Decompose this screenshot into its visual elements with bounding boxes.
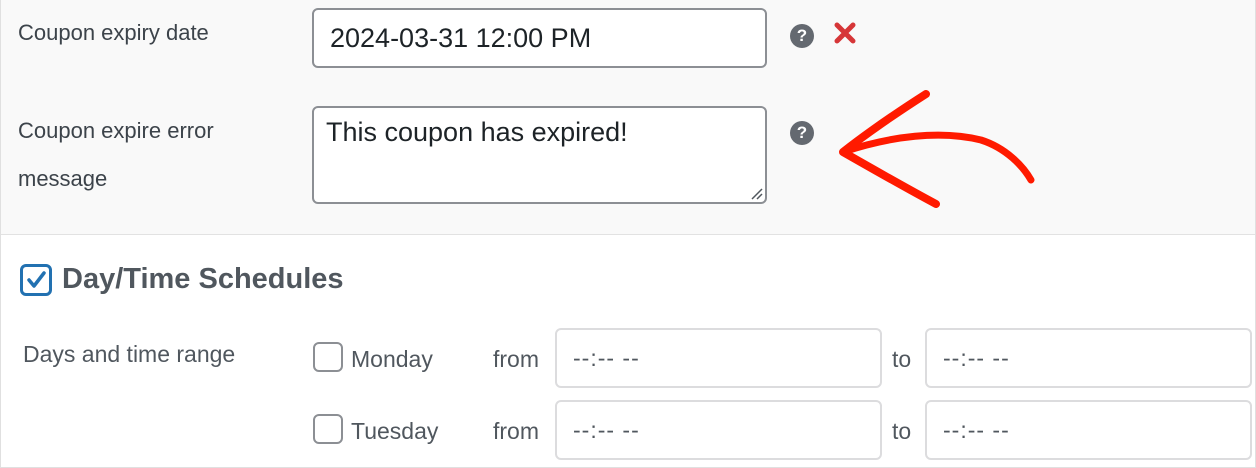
expire-error-text: This coupon has expired! bbox=[326, 117, 628, 147]
monday-label: Monday bbox=[351, 346, 433, 372]
expire-error-label-line2: message bbox=[18, 166, 108, 191]
coupon-settings-panel: Coupon expiry date 2024-03-31 12:00 PM ?… bbox=[0, 0, 1256, 468]
annotation-arrow-icon bbox=[839, 90, 1035, 208]
resize-handle-icon[interactable] bbox=[749, 186, 763, 200]
monday-from-label: from bbox=[493, 346, 539, 372]
checkmark-icon bbox=[27, 271, 46, 288]
tuesday-checkbox[interactable] bbox=[313, 414, 343, 444]
monday-to-time-input[interactable]: --:-- -- bbox=[925, 328, 1252, 388]
monday-to-label: to bbox=[892, 346, 912, 372]
days-range-label: Days and time range bbox=[23, 341, 236, 367]
schedule-section-title: Day/Time Schedules bbox=[62, 263, 344, 295]
expiry-date-input[interactable]: 2024-03-31 12:00 PM bbox=[312, 8, 767, 68]
expire-error-label-line1: Coupon expire error bbox=[18, 118, 214, 143]
expire-error-textarea[interactable]: This coupon has expired! bbox=[312, 106, 767, 204]
expiry-date-label: Coupon expiry date bbox=[18, 20, 209, 45]
tuesday-to-time-input[interactable]: --:-- -- bbox=[925, 400, 1252, 460]
tuesday-from-time-input[interactable]: --:-- -- bbox=[555, 400, 882, 460]
tuesday-from-label: from bbox=[493, 418, 539, 444]
monday-from-time-input[interactable]: --:-- -- bbox=[555, 328, 882, 388]
remove-x-icon[interactable] bbox=[832, 20, 858, 46]
monday-checkbox[interactable] bbox=[313, 342, 343, 372]
question-circle-icon[interactable]: ? bbox=[790, 24, 814, 48]
expiry-settings-section: Coupon expiry date 2024-03-31 12:00 PM ?… bbox=[1, 0, 1255, 235]
tuesday-to-label: to bbox=[892, 418, 912, 444]
tuesday-label: Tuesday bbox=[351, 418, 439, 444]
question-circle-icon[interactable]: ? bbox=[790, 121, 814, 145]
schedule-enable-checkbox[interactable] bbox=[20, 264, 52, 296]
